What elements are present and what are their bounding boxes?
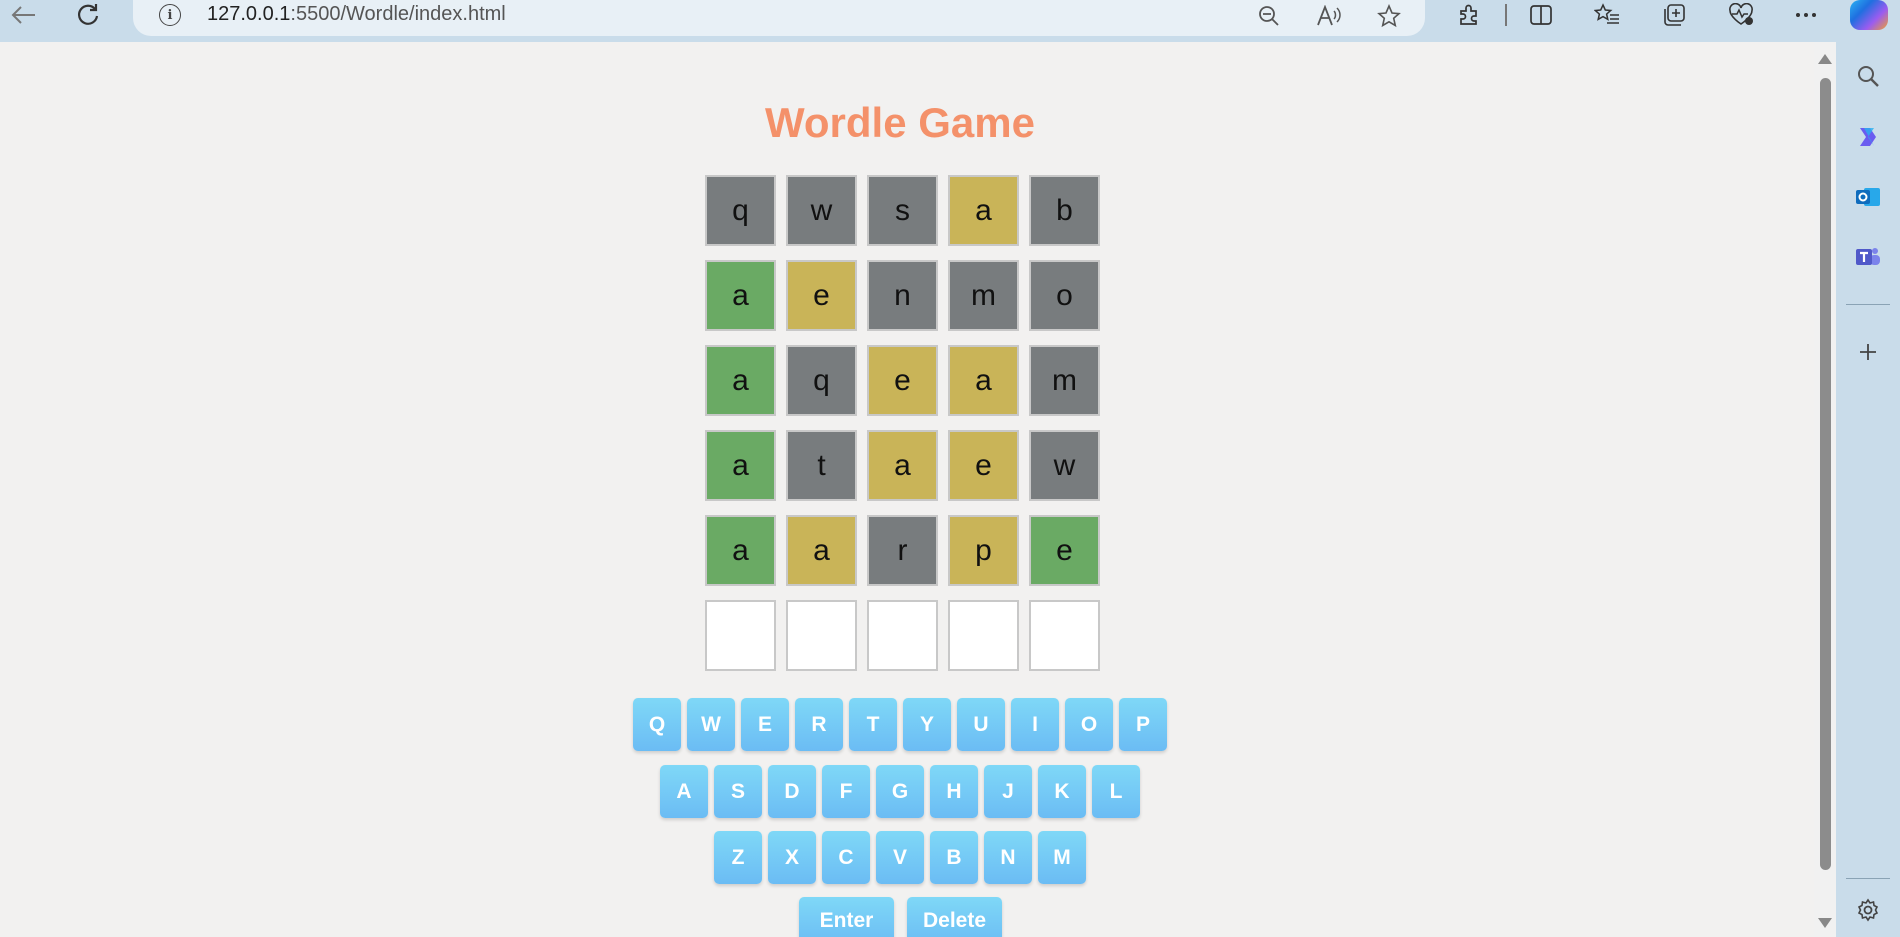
key-w[interactable]: W (687, 698, 735, 751)
key-p[interactable]: P (1119, 698, 1167, 751)
empty-tile (867, 600, 938, 671)
address-bar[interactable]: i 127.0.0.1:5500/Wordle/index.html (133, 0, 1425, 36)
key-m[interactable]: M (1038, 831, 1086, 884)
sidebar-add-icon[interactable] (1848, 332, 1888, 372)
key-v[interactable]: V (876, 831, 924, 884)
browser-toolbar: i 127.0.0.1:5500/Wordle/index.html (0, 0, 1900, 42)
key-t[interactable]: T (849, 698, 897, 751)
sidebar-separator (1846, 304, 1890, 305)
key-s[interactable]: S (714, 765, 762, 818)
scroll-up-arrow-icon[interactable] (1818, 54, 1832, 64)
letter-tile-gray: m (1029, 345, 1100, 416)
empty-tile (1029, 600, 1100, 671)
letter-tile-yellow: e (786, 260, 857, 331)
letter-tile-yellow: p (948, 515, 1019, 586)
page-title: Wordle Game (765, 99, 1035, 146)
key-f[interactable]: F (822, 765, 870, 818)
letter-tile-green: a (705, 430, 776, 501)
favorites-icon[interactable] (1590, 0, 1624, 30)
page-scrollbar[interactable] (1814, 42, 1836, 937)
sidebar-outlook-icon[interactable] (1848, 177, 1888, 217)
empty-tile (948, 600, 1019, 671)
sidebar-settings-gear-icon[interactable] (1848, 890, 1888, 930)
letter-tile-yellow: a (948, 345, 1019, 416)
back-arrow-icon[interactable] (6, 0, 42, 30)
key-i[interactable]: I (1011, 698, 1059, 751)
letter-tile-green: a (705, 345, 776, 416)
copilot-icon[interactable] (1850, 0, 1888, 30)
sidebar-teams-icon[interactable] (1848, 237, 1888, 277)
letter-tile-gray: b (1029, 175, 1100, 246)
key-e[interactable]: E (741, 698, 789, 751)
enter-button[interactable]: Enter (799, 897, 894, 937)
key-r[interactable]: R (795, 698, 843, 751)
letter-tile-gray: q (786, 345, 857, 416)
key-g[interactable]: G (876, 765, 924, 818)
site-info-icon[interactable]: i (159, 4, 181, 26)
browser-sidebar (1836, 42, 1900, 937)
key-a[interactable]: A (660, 765, 708, 818)
letter-tile-gray: n (867, 260, 938, 331)
letter-tile-yellow: e (948, 430, 1019, 501)
key-n[interactable]: N (984, 831, 1032, 884)
key-h[interactable]: H (930, 765, 978, 818)
key-x[interactable]: X (768, 831, 816, 884)
split-screen-icon[interactable] (1524, 0, 1558, 30)
letter-tile-yellow: a (867, 430, 938, 501)
sidebar-search-icon[interactable] (1848, 56, 1888, 96)
key-l[interactable]: L (1092, 765, 1140, 818)
key-k[interactable]: K (1038, 765, 1086, 818)
favorite-star-icon[interactable] (1374, 2, 1404, 30)
letter-tile-gray: r (867, 515, 938, 586)
letter-tile-green: a (705, 260, 776, 331)
letter-tile-green: e (1029, 515, 1100, 586)
key-c[interactable]: C (822, 831, 870, 884)
extensions-icon[interactable] (1452, 0, 1486, 30)
sidebar-copilot-icon[interactable] (1848, 117, 1888, 157)
scroll-down-arrow-icon[interactable] (1818, 918, 1832, 928)
letter-tile-gray: q (705, 175, 776, 246)
refresh-icon[interactable] (70, 0, 106, 30)
letter-tile-yellow: a (948, 175, 1019, 246)
letter-tile-yellow: e (867, 345, 938, 416)
key-u[interactable]: U (957, 698, 1005, 751)
letter-tile-yellow: a (786, 515, 857, 586)
empty-tile (786, 600, 857, 671)
key-y[interactable]: Y (903, 698, 951, 751)
browser-essentials-icon[interactable] (1724, 0, 1758, 30)
letter-tile-gray: m (948, 260, 1019, 331)
collections-icon[interactable] (1657, 0, 1691, 30)
delete-button[interactable]: Delete (907, 897, 1002, 937)
more-menu-icon[interactable] (1789, 0, 1823, 30)
letter-tile-gray: t (786, 430, 857, 501)
key-o[interactable]: O (1065, 698, 1113, 751)
key-j[interactable]: J (984, 765, 1032, 818)
letter-tile-gray: w (1029, 430, 1100, 501)
letter-tile-gray: s (867, 175, 938, 246)
sidebar-separator (1846, 878, 1890, 879)
key-q[interactable]: Q (633, 698, 681, 751)
read-aloud-icon[interactable] (1314, 2, 1344, 30)
toolbar-separator (1505, 4, 1507, 26)
key-b[interactable]: B (930, 831, 978, 884)
empty-tile (705, 600, 776, 671)
url-text[interactable]: 127.0.0.1:5500/Wordle/index.html (207, 3, 506, 26)
letter-tile-green: a (705, 515, 776, 586)
key-d[interactable]: D (768, 765, 816, 818)
letter-tile-gray: o (1029, 260, 1100, 331)
zoom-out-icon[interactable] (1254, 2, 1284, 30)
key-z[interactable]: Z (714, 831, 762, 884)
letter-tile-gray: w (786, 175, 857, 246)
scrollbar-thumb[interactable] (1820, 78, 1831, 870)
